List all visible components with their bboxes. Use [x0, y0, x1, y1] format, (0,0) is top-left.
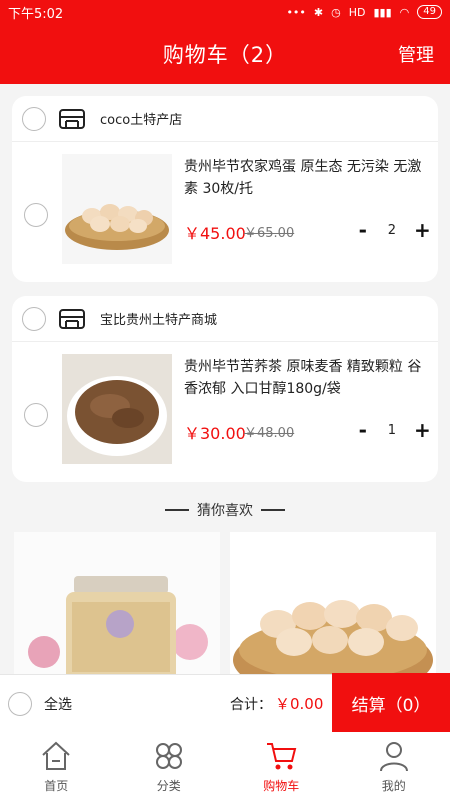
settle-button[interactable]: 结算（0）: [332, 673, 450, 733]
product-title[interactable]: 贵州毕节农家鸡蛋 原生态 无污染 无激素 30枚/托: [184, 156, 430, 200]
page-header: 购物车（2） 管理: [0, 24, 450, 84]
signal-text: HD: [348, 5, 366, 19]
quantity-stepper: - 1 +: [356, 418, 431, 442]
product-image-tea[interactable]: [62, 354, 172, 464]
recommend-item-eggs[interactable]: [230, 532, 436, 682]
bottom-tabbar: 首页 分类 购物车 我的: [0, 732, 450, 800]
eggs-basket-image: [230, 532, 436, 682]
item-select-checkbox[interactable]: [24, 203, 48, 227]
increase-button[interactable]: +: [414, 418, 431, 442]
battery-icon: 49: [417, 5, 442, 19]
shop-header: coco土特产店: [12, 96, 438, 142]
eggs-basket-image: [62, 154, 172, 264]
cart-item: 贵州毕节农家鸡蛋 原生态 无污染 无激素 30枚/托 ￥45.00 ￥65.00…: [12, 142, 438, 282]
decrease-button[interactable]: -: [356, 418, 370, 442]
recommend-heading: 猜你喜欢: [0, 500, 450, 520]
product-price: ￥30.00: [184, 424, 246, 443]
select-all-checkbox[interactable]: [8, 691, 32, 716]
increase-button[interactable]: +: [414, 218, 431, 242]
tab-label: 首页: [44, 778, 69, 793]
total-value: ￥0.00: [275, 695, 324, 713]
product-price: ￥45.00: [184, 224, 246, 243]
tab-label: 购物车: [263, 778, 300, 793]
shop-card: coco土特产店 贵州毕节农家鸡蛋 原生态 无污染 无激素 30枚/托 ￥45.…: [12, 96, 438, 282]
decrease-button[interactable]: -: [356, 218, 370, 242]
shop-select-checkbox[interactable]: [22, 106, 46, 131]
tab-mine[interactable]: 我的: [338, 732, 450, 800]
user-icon: [379, 741, 408, 771]
status-time: 下午5:02: [8, 6, 64, 22]
cart-item: 贵州毕节苦荞茶 原味麦香 精致颗粒 谷香浓郁 入口甘醇180g/袋 ￥30.00…: [12, 342, 438, 482]
divider-line: [165, 509, 189, 511]
category-icon: [155, 742, 182, 769]
checkout-bar: 全选 合计： ￥0.00 结算（0）: [0, 673, 450, 733]
store-icon: [59, 108, 85, 129]
recommend-title: 猜你喜欢: [197, 503, 253, 519]
select-all-label[interactable]: 全选: [44, 694, 72, 714]
status-icons: ••• ✱ ◷ HD ▮▮▮ ◠ 49: [286, 5, 442, 19]
cart-icon: [267, 742, 297, 769]
product-original-price: ￥48.00: [244, 426, 295, 441]
tab-cart[interactable]: 购物车: [225, 732, 338, 800]
shop-header: 宝比贵州土特产商城: [12, 296, 438, 342]
manage-button[interactable]: 管理: [398, 41, 434, 67]
signal-icon: ▮▮▮: [373, 5, 392, 19]
tab-label: 分类: [156, 778, 181, 793]
buckwheat-tea-image: [62, 354, 172, 464]
bluetooth-icon: ✱: [313, 5, 324, 19]
tab-label: 我的: [381, 778, 406, 793]
status-bar: 下午5:02 ••• ✱ ◷ HD ▮▮▮ ◠ 49: [0, 0, 450, 24]
shop-name[interactable]: 宝比贵州土特产商城: [100, 309, 217, 328]
quantity-value: 1: [387, 422, 396, 438]
quantity-value: 2: [387, 222, 396, 238]
more-dots-icon: •••: [286, 5, 306, 19]
total-label: 合计：: [230, 697, 272, 713]
honey-jar-image: [14, 532, 220, 682]
shop-card: 宝比贵州土特产商城 贵州毕节苦荞茶 原味麦香 精致颗粒 谷香浓郁 入口甘醇180…: [12, 296, 438, 482]
wifi-icon: ◠: [399, 5, 410, 19]
product-title[interactable]: 贵州毕节苦荞茶 原味麦香 精致颗粒 谷香浓郁 入口甘醇180g/袋: [184, 356, 430, 400]
home-icon: [42, 741, 70, 770]
tab-home[interactable]: 首页: [0, 732, 113, 800]
product-original-price: ￥65.00: [244, 226, 295, 241]
product-image-eggs[interactable]: [62, 154, 172, 264]
item-select-checkbox[interactable]: [24, 403, 48, 427]
divider-line: [261, 509, 285, 511]
shop-select-checkbox[interactable]: [22, 306, 46, 331]
store-icon: [59, 308, 85, 329]
page-title: 购物车（2）: [162, 43, 288, 67]
tab-category[interactable]: 分类: [113, 732, 226, 800]
shop-name[interactable]: coco土特产店: [100, 109, 182, 128]
alarm-icon: ◷: [331, 5, 341, 19]
quantity-stepper: - 2 +: [356, 218, 431, 242]
recommend-item-honey[interactable]: [14, 532, 220, 682]
